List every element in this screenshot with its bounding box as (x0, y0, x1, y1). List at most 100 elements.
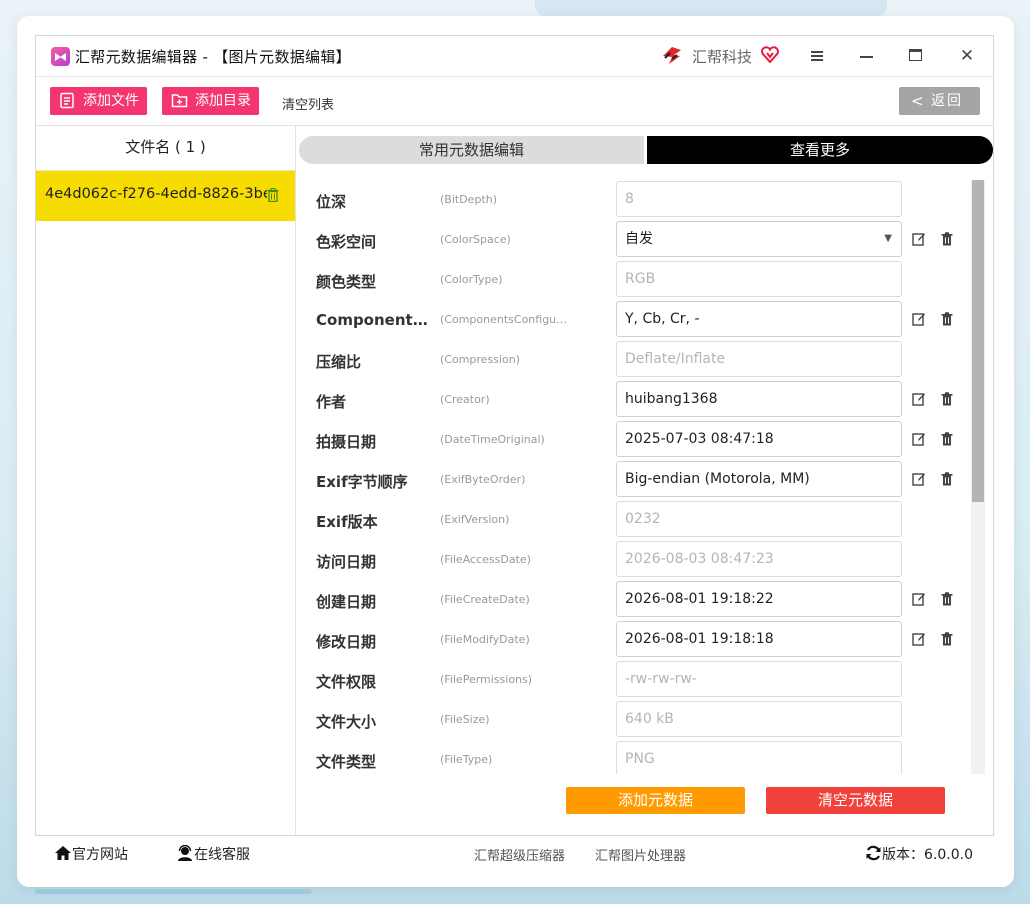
footer: 官方网站 在线客服 汇帮超级压缩器 汇帮图片处理器 版本：6.0.0.0 (35, 836, 994, 870)
chevron-left-icon: < (911, 92, 924, 110)
app-title: 汇帮元数据编辑器 - 【图片元数据编辑】 (75, 48, 351, 66)
metadata-key: (ComponentsConfigur... (440, 313, 570, 326)
delete-icon[interactable] (941, 631, 953, 650)
edit-icon[interactable] (912, 311, 926, 330)
metadata-row: 文件类型 (FileType) PNG (296, 740, 986, 774)
delete-icon[interactable] (941, 431, 953, 450)
image-processor-link[interactable]: 汇帮图片处理器 (595, 845, 686, 864)
remove-file-icon[interactable] (267, 188, 279, 202)
metadata-value-field[interactable]: huibang1368 (616, 381, 902, 417)
edit-icon[interactable] (912, 471, 926, 490)
metadata-value: Y, Cb, Cr, - (625, 311, 700, 327)
metadata-label: 文件权限 (316, 673, 377, 691)
metadata-row: 作者 (Creator) huibang1368 (296, 380, 986, 420)
edit-icon[interactable] (912, 431, 926, 450)
metadata-label: 创建日期 (316, 593, 377, 611)
metadata-value-field: 2026-08-03 08:47:23 (616, 541, 902, 577)
metadata-key: (Compression) (440, 353, 520, 366)
edit-icon[interactable] (912, 591, 926, 610)
official-website-link[interactable]: 官方网站 (54, 844, 128, 864)
add-file-label: 添加文件 (83, 93, 139, 109)
delete-icon[interactable] (941, 471, 953, 490)
add-folder-icon (171, 94, 188, 108)
brand-logo-icon (663, 47, 681, 64)
metadata-value: PNG (625, 751, 655, 767)
metadata-value-field[interactable]: Big-endian (Motorola, MM) (616, 461, 902, 497)
menu-icon[interactable] (806, 45, 828, 67)
metadata-value-field: 640 kB (616, 701, 902, 737)
dropdown-arrow-icon[interactable]: ▼ (884, 222, 892, 256)
metadata-row: 文件大小 (FileSize) 640 kB (296, 700, 986, 740)
maximize-icon[interactable] (906, 45, 928, 67)
metadata-value: huibang1368 (625, 391, 718, 407)
metadata-list: 位深 (BitDepth) 8 色彩空间 (ColorSpace) 自发 ▼ 颜色类型 (Col… (296, 180, 986, 774)
file-name: 4e4d062c-f276-4edd-8826-3be3... (45, 186, 267, 202)
version-label: 版本：6.0.0.0 (882, 847, 973, 863)
delete-icon[interactable] (941, 391, 953, 410)
add-directory-button[interactable]: 添加目录 (162, 87, 259, 115)
metadata-label: 色彩空间 (316, 233, 377, 251)
file-list-pane: 文件名 ( 1 ) 4e4d062c-f276-4edd-8826-3be3..… (36, 126, 296, 835)
metadata-row: 色彩空间 (ColorSpace) 自发 ▼ (296, 220, 986, 260)
metadata-value: 8 (625, 191, 634, 207)
metadata-key: (FileAccessDate) (440, 553, 531, 566)
metadata-key: (FileType) (440, 753, 493, 766)
title-bar: 汇帮元数据编辑器 - 【图片元数据编辑】 汇帮科技 ✕ (36, 36, 993, 77)
metadata-select[interactable]: 自发 ▼ (616, 221, 902, 257)
vip-heart-icon[interactable] (760, 45, 780, 65)
tab-view-more[interactable]: 查看更多 (647, 136, 993, 164)
metadata-row: Exif版本 (ExifVersion) 0232 (296, 500, 986, 540)
metadata-label: 文件大小 (316, 713, 377, 731)
back-button[interactable]: < 返回 (899, 87, 980, 115)
metadata-row: 修改日期 (FileModifyDate) 2026-08-01 19:18:18 (296, 620, 986, 660)
metadata-value-field[interactable]: 2025-07-03 08:47:18 (616, 421, 902, 457)
metadata-label: Components... (316, 311, 434, 329)
metadata-value: -rw-rw-rw- (625, 671, 697, 687)
tab-common-metadata[interactable]: 常用元数据编辑 (299, 136, 644, 164)
metadata-key: (Creator) (440, 393, 490, 406)
metadata-key: (FileModifyDate) (440, 633, 530, 646)
metadata-label: Exif字节顺序 (316, 473, 408, 491)
add-metadata-button[interactable]: 添加元数据 (566, 787, 745, 814)
metadata-label: 拍摄日期 (316, 433, 377, 451)
metadata-key: (FileCreateDate) (440, 593, 530, 606)
refresh-icon (866, 845, 881, 861)
compressor-link[interactable]: 汇帮超级压缩器 (474, 845, 565, 864)
delete-icon[interactable] (941, 231, 953, 250)
clear-list-button[interactable]: 清空列表 (282, 94, 334, 113)
scrollbar-thumb[interactable] (972, 180, 984, 502)
official-website-label: 官方网站 (72, 847, 128, 863)
metadata-value: 2025-07-03 08:47:18 (625, 431, 774, 447)
metadata-row: 文件权限 (FilePermissions) -rw-rw-rw- (296, 660, 986, 700)
add-file-button[interactable]: 添加文件 (50, 87, 147, 115)
metadata-key: (FileSize) (440, 713, 490, 726)
metadata-value-field: Deflate/Inflate (616, 341, 902, 377)
metadata-row: Components... (ComponentsConfigur... Y, Cb… (296, 300, 986, 340)
edit-icon[interactable] (912, 631, 926, 650)
app-window: 汇帮元数据编辑器 - 【图片元数据编辑】 汇帮科技 ✕ 添加文件 添加目录 清空… (35, 35, 994, 836)
metadata-pane: 常用元数据编辑 查看更多 位深 (BitDepth) 8 色彩空间 (ColorSpac… (296, 126, 993, 835)
clear-metadata-button[interactable]: 清空元数据 (766, 787, 945, 814)
close-icon[interactable]: ✕ (956, 45, 978, 67)
add-file-icon (60, 92, 74, 109)
toolbar: 添加文件 添加目录 清空列表 < 返回 (36, 77, 993, 126)
background-tab (535, 0, 887, 16)
delete-icon[interactable] (941, 311, 953, 330)
metadata-label: 修改日期 (316, 633, 377, 651)
online-support-link[interactable]: 在线客服 (176, 844, 250, 864)
file-list-item[interactable]: 4e4d062c-f276-4edd-8826-3be3... (36, 171, 295, 221)
metadata-label: 访问日期 (316, 553, 377, 571)
minimize-icon[interactable] (856, 45, 878, 67)
delete-icon[interactable] (941, 591, 953, 610)
metadata-value-field[interactable]: Y, Cb, Cr, - (616, 301, 902, 337)
metadata-key: (ExifVersion) (440, 513, 510, 526)
edit-icon[interactable] (912, 391, 926, 410)
version-info[interactable]: 版本：6.0.0.0 (865, 844, 973, 864)
metadata-key: (ColorType) (440, 273, 503, 286)
metadata-row: 位深 (BitDepth) 8 (296, 180, 986, 220)
metadata-value-field[interactable]: 2026-08-01 19:18:22 (616, 581, 902, 617)
metadata-label: 作者 (316, 393, 347, 411)
metadata-row: 压缩比 (Compression) Deflate/Inflate (296, 340, 986, 380)
edit-icon[interactable] (912, 231, 926, 250)
metadata-value-field[interactable]: 2026-08-01 19:18:18 (616, 621, 902, 657)
